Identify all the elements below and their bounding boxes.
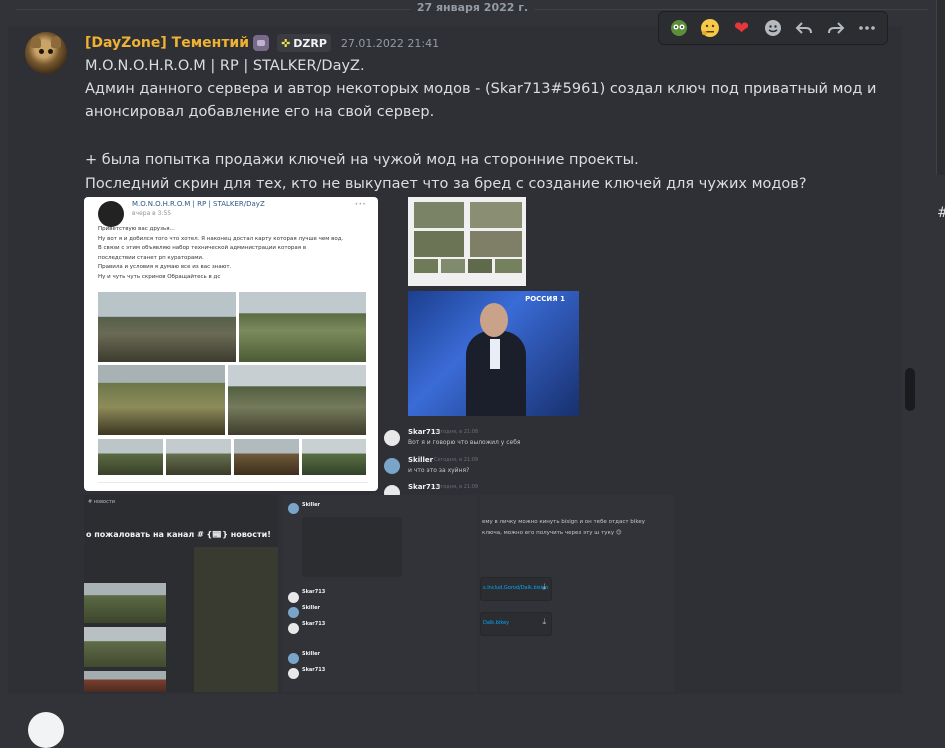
- chat-time: Сегодня, в 21:08: [434, 429, 479, 435]
- post-photo: [98, 365, 225, 435]
- message-header: [DayZone] Тементий ✜ DZRP 27.01.2022 21:…: [85, 33, 439, 53]
- post-text: Приветствую вас друзья... Ну вот я и доб…: [98, 226, 344, 280]
- chat-text: Вот я и говорю что выложил у себя: [408, 439, 521, 446]
- presenter-shirt: [490, 339, 500, 369]
- post-photo: [166, 439, 231, 475]
- hash-icon: #: [937, 205, 945, 221]
- post-photo: [98, 292, 236, 362]
- next-message-avatar[interactable]: [28, 712, 64, 748]
- role-icon: [253, 35, 270, 51]
- chat-row: Skar713 Сегодня, в 21:08 Вот я и говорю …: [380, 428, 580, 454]
- dm-avatar: [288, 653, 299, 664]
- post-photo: [228, 365, 366, 435]
- forward-icon[interactable]: [823, 15, 849, 41]
- post-photo: [302, 439, 366, 475]
- scrollbar-thumb[interactable]: [905, 368, 915, 411]
- channel-photo: [84, 671, 166, 692]
- dm-avatar: [288, 592, 299, 603]
- dm-name: Skar713: [302, 667, 326, 673]
- post-photo: [239, 292, 366, 362]
- download-icon: ⤓: [542, 617, 546, 626]
- file-name: s.Includ.Gorod/Dalk.bisign: [483, 585, 549, 591]
- attachment-image-channel-screenshot[interactable]: # новости о пожаловать на канал # {📰} но…: [84, 495, 278, 692]
- right-panel-edge: #: [928, 0, 945, 720]
- channel-photo: [84, 627, 166, 667]
- tv-channel-logo: РОССИЯ 1: [525, 295, 565, 303]
- thinking-emoji-reaction-button[interactable]: [697, 15, 723, 41]
- reply-icon[interactable]: [791, 15, 817, 41]
- channel-welcome: о пожаловать на канал # {📰} новости!: [86, 530, 271, 539]
- server-tag-label: DZRP: [293, 36, 327, 50]
- message-line-1: M.O.N.O.H.R.O.M | RP | STALKER/DayZ.: [85, 58, 365, 74]
- post-time: вчера в 3:55: [132, 210, 172, 217]
- dm-name: Skiller: [302, 605, 320, 611]
- user-avatar[interactable]: [25, 32, 67, 74]
- dm-embed: [302, 517, 402, 577]
- right-panel-bar: [936, 0, 945, 175]
- file-attachment: Dalk.bikey ⤓: [480, 612, 552, 636]
- chat-avatar: [384, 430, 400, 446]
- file-name: Dalk.bikey: [483, 620, 510, 626]
- channel-photo: [84, 583, 166, 623]
- server-tag-icon: ✜: [281, 36, 291, 50]
- channel-panel: [194, 547, 278, 692]
- more-options-icon[interactable]: [854, 15, 880, 41]
- dm-avatar: [288, 503, 299, 514]
- chat-row: Skiller Сегодня, в 21:09 и что это за ху…: [380, 456, 580, 482]
- chat-time: Сегодня, в 21:09: [434, 484, 479, 490]
- add-reaction-icon[interactable]: [760, 15, 786, 41]
- chat-time: Сегодня, в 21:09: [434, 457, 479, 463]
- dm-name: Skiller: [302, 502, 320, 508]
- attachment-image-vk-post[interactable]: M.O.N.O.H.R.O.M | RP | STALKER/DayZ вчер…: [84, 197, 378, 491]
- message-timestamp[interactable]: 27.01.2022 21:41: [341, 37, 439, 50]
- message-line-3: анонсировал добавление его на свой серве…: [85, 104, 435, 120]
- attachment-image-photo-grid[interactable]: [408, 197, 526, 286]
- chat-avatar: [384, 458, 400, 474]
- dm-name: Skar713: [302, 589, 326, 595]
- post-avatar: [98, 201, 124, 227]
- message-action-toolbar: ❤: [658, 11, 888, 45]
- username[interactable]: [DayZone] Тементий: [85, 35, 249, 51]
- dm-avatar: [288, 623, 299, 634]
- nerd-emoji-reaction-button[interactable]: [666, 15, 692, 41]
- post-stats: [98, 482, 368, 491]
- dm-name: Skiller: [302, 651, 320, 657]
- chat-text: и что это за хуйня?: [408, 467, 470, 474]
- dm-name: Skar713: [302, 621, 326, 627]
- dm-file-line-2: ключа, можно его получить через эту ш ту…: [482, 530, 622, 536]
- server-tag[interactable]: ✜ DZRP: [277, 34, 331, 52]
- post-author: M.O.N.O.H.R.O.M | RP | STALKER/DayZ: [132, 200, 265, 208]
- chat-name: Skiller: [408, 456, 434, 464]
- attachment-image-tv-presenter[interactable]: РОССИЯ 1: [408, 291, 579, 416]
- dm-avatar: [288, 607, 299, 618]
- post-menu-icon: ···: [354, 197, 366, 211]
- dm-file-line-1: ему в личку можно кинуть bisign и он теб…: [482, 519, 645, 525]
- post-photo: [234, 439, 299, 475]
- file-attachment: s.Includ.Gorod/Dalk.bisign ⤓: [480, 577, 552, 601]
- heart-emoji-reaction-button[interactable]: ❤: [729, 15, 755, 41]
- download-icon: ⤓: [542, 582, 546, 591]
- post-photo: [98, 439, 163, 475]
- channel-header: # новости: [88, 499, 116, 505]
- message-line-6: Последний скрин для тех, кто не выкупает…: [85, 176, 807, 192]
- attachment-image-dm-screenshot[interactable]: Skiller Skar713 Skiller Skar713 Skiller …: [282, 495, 478, 692]
- presenter-head: [480, 303, 508, 337]
- date-divider-label: 27 января 2022 г.: [410, 1, 535, 14]
- dm-avatar: [288, 668, 299, 679]
- message-line-5: + была попытка продажи ключей на чужой м…: [85, 152, 639, 168]
- attachment-image-file-dm[interactable]: ему в личку можно кинуть bisign и он теб…: [480, 495, 674, 692]
- message-line-2: Админ данного сервера и автор некоторых …: [85, 81, 877, 97]
- attachment-chat-crop[interactable]: Skar713 Сегодня, в 21:08 Вот я и говорю …: [380, 424, 580, 501]
